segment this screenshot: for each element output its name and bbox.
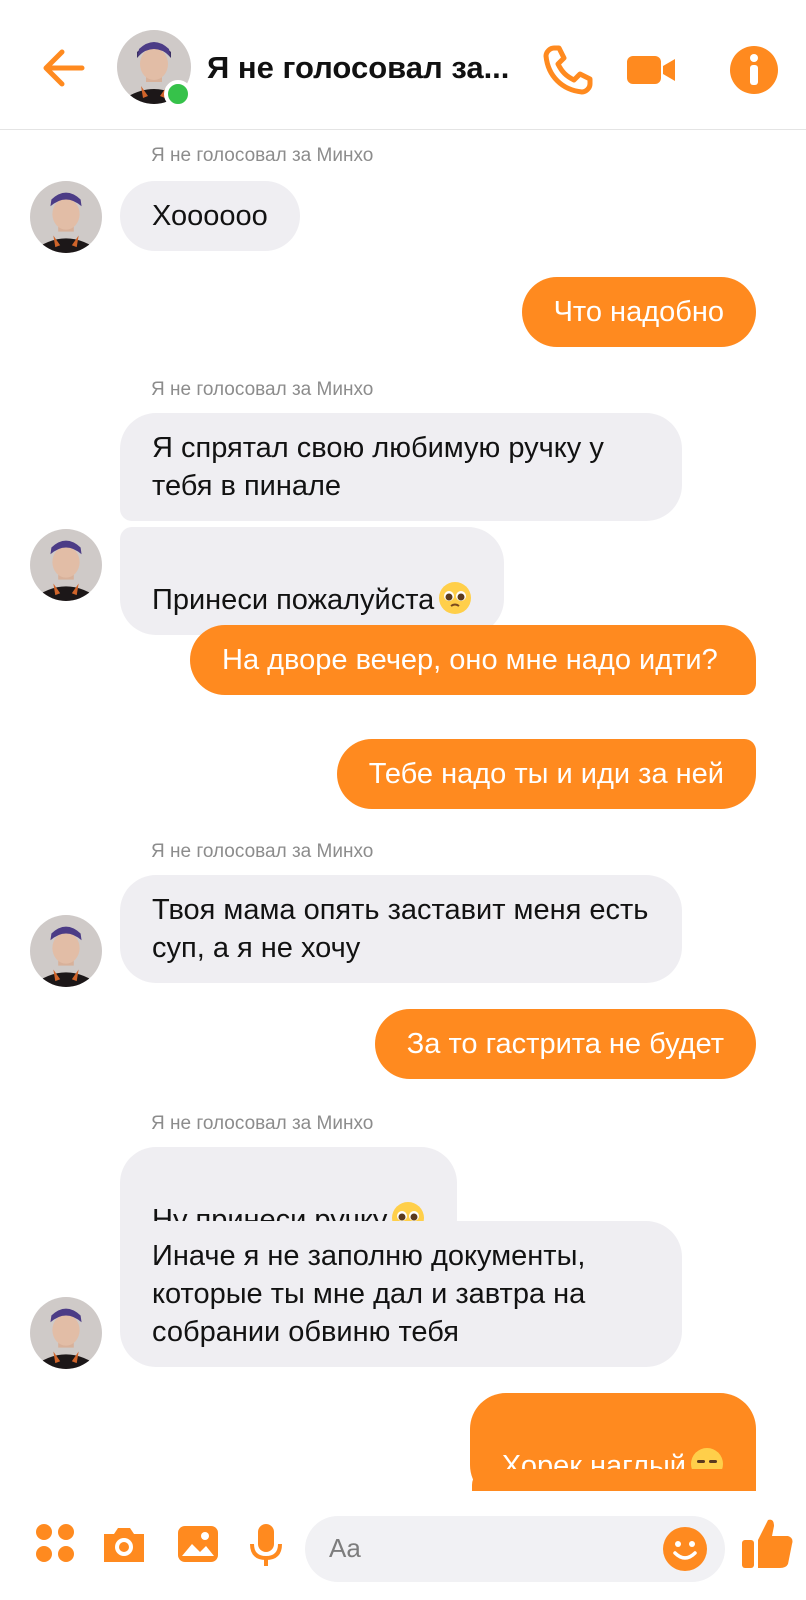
camera-icon[interactable]: [98, 1518, 150, 1570]
sender-label: Я не голосовал за Минхо: [151, 1113, 374, 1134]
sender-avatar: [30, 915, 102, 987]
emoji-smile-icon[interactable]: [661, 1525, 709, 1573]
outgoing-message[interactable]: Что надобно: [521, 277, 756, 347]
outgoing-message-partial: [472, 1469, 756, 1491]
phone-icon[interactable]: [540, 42, 596, 98]
online-status-dot: [164, 80, 192, 108]
chat-header: Я не голосовал за...: [0, 0, 806, 130]
sender-avatar: [30, 181, 102, 253]
pleading-face-emoji-icon: [439, 582, 472, 614]
sender-label: Я не голосовал за Минхо: [151, 379, 374, 400]
incoming-message[interactable]: Принеси пожалуйста: [120, 527, 505, 635]
message-input[interactable]: [329, 1533, 629, 1564]
message-text: Принеси пожалуйста: [152, 584, 435, 616]
video-camera-icon[interactable]: [625, 42, 681, 98]
incoming-message[interactable]: Хоооооо: [120, 181, 300, 251]
message-input-box[interactable]: [305, 1516, 725, 1582]
outgoing-message[interactable]: Тебе надо ты и иди за ней: [336, 739, 756, 809]
message-thread[interactable]: Я не голосовал за Минхо Хоооооо Что надо…: [0, 131, 806, 1491]
composer-bar: [0, 1492, 806, 1600]
sender-avatar: [30, 1297, 102, 1369]
contact-name[interactable]: Я не голосовал за...: [207, 50, 525, 86]
thumbs-up-icon[interactable]: [740, 1514, 794, 1572]
microphone-icon[interactable]: [240, 1518, 292, 1570]
menu-grid-icon[interactable]: [30, 1518, 82, 1570]
incoming-message[interactable]: Иначе я не заполню документы, которые ты…: [120, 1221, 682, 1367]
gallery-icon[interactable]: [172, 1518, 224, 1570]
incoming-message[interactable]: Я спрятал свою любимую ручку у тебя в пи…: [120, 413, 682, 521]
info-icon[interactable]: [726, 42, 782, 98]
sender-label: Я не голосовал за Минхо: [151, 841, 374, 862]
outgoing-message[interactable]: За то гастрита не будет: [374, 1009, 756, 1079]
outgoing-message[interactable]: На дворе вечер, оно мне надо идти?: [190, 625, 756, 695]
incoming-message[interactable]: Твоя мама опять заставит меня есть суп, …: [120, 875, 682, 983]
back-arrow-icon[interactable]: [38, 42, 90, 94]
sender-avatar: [30, 529, 102, 601]
sender-label: Я не голосовал за Минхо: [151, 145, 374, 166]
